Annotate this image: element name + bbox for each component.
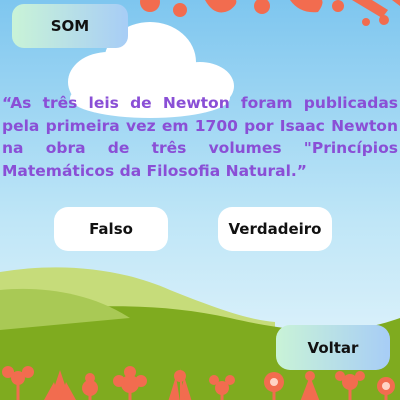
question-text: “As três leis de Newton foram publicadas… [2,94,398,180]
back-button-label: Voltar [307,338,359,357]
false-answer-label: Falso [89,220,133,238]
back-button[interactable]: Voltar [276,325,390,370]
true-answer-label: Verdadeiro [228,220,322,238]
sound-button[interactable]: SOM [12,4,128,48]
false-answer-button[interactable]: Falso [54,207,168,251]
top-flowers [140,0,400,26]
sound-button-label: SOM [50,17,90,35]
true-answer-button[interactable]: Verdadeiro [218,207,332,251]
